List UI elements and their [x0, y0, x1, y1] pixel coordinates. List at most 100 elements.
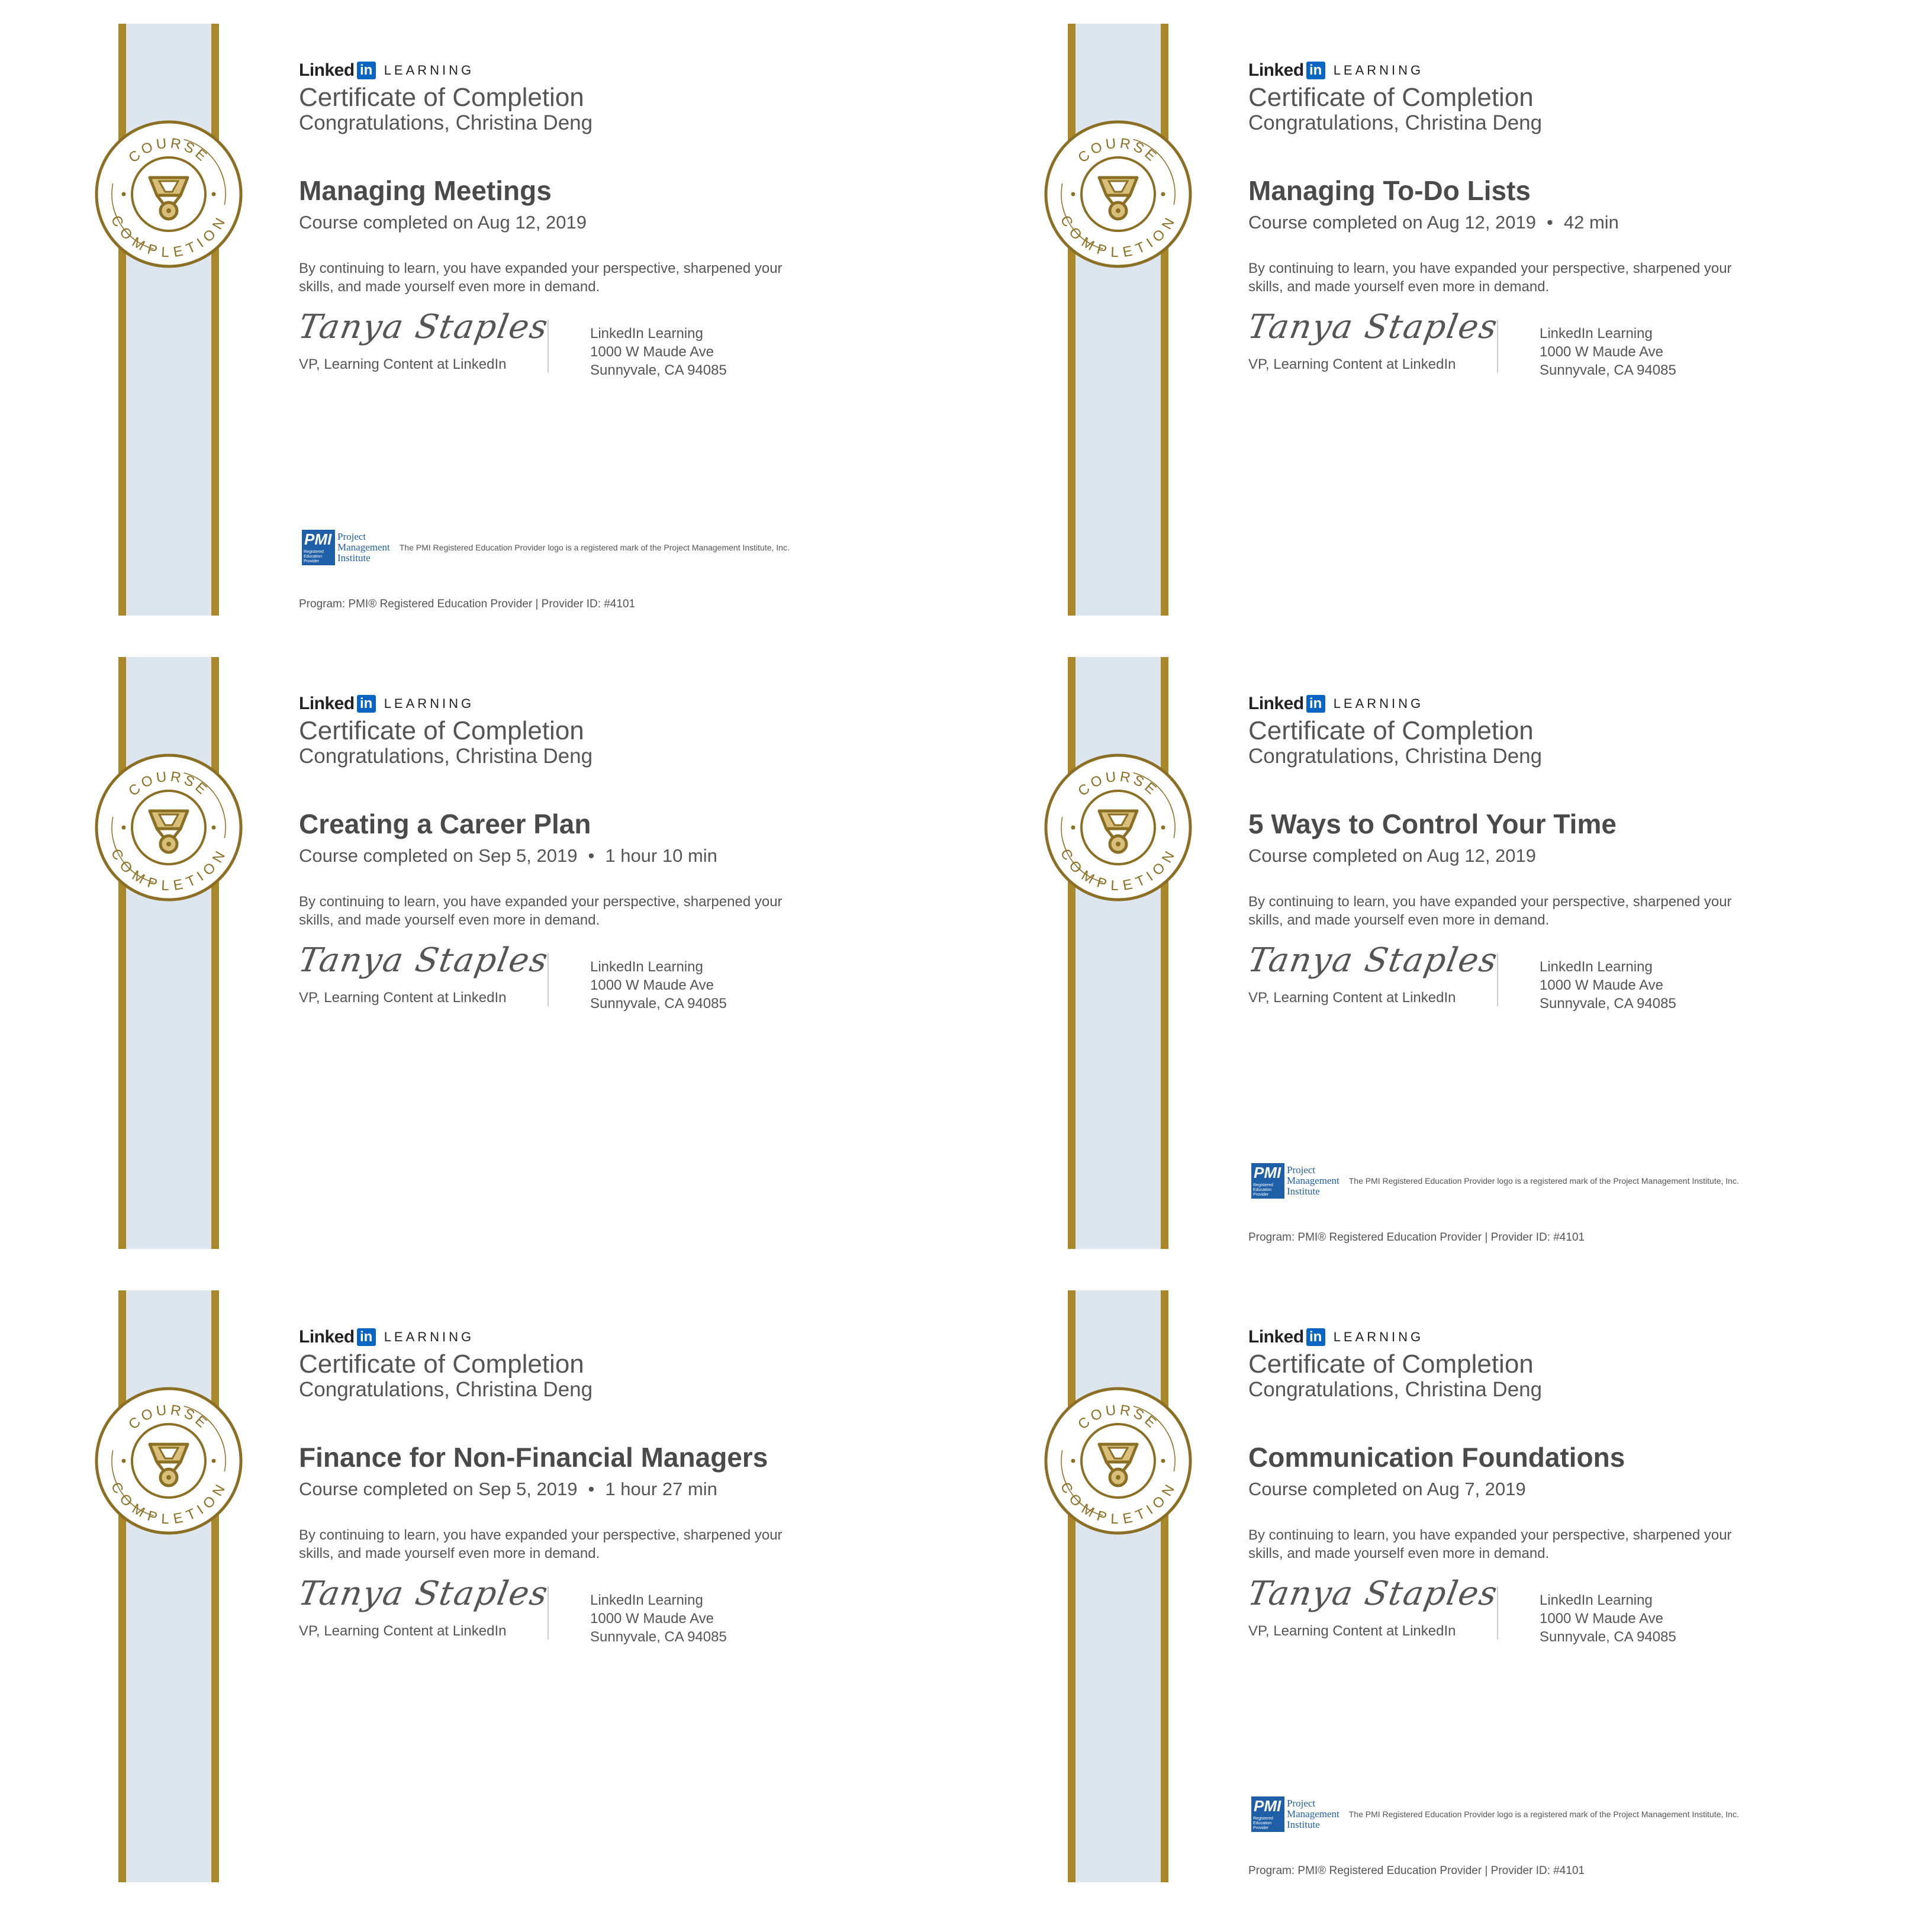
- pmi-trademark-note: The PMI Registered Education Provider lo…: [1348, 1176, 1739, 1186]
- linkedin-in-icon: in: [356, 62, 376, 79]
- brand-learning-text: LEARNING: [384, 696, 475, 711]
- congratulations-line: Congratulations, Christina Deng: [299, 745, 593, 768]
- pmi-name-line: Management: [1287, 1808, 1339, 1820]
- address-line: LinkedIn Learning: [590, 326, 703, 342]
- pmi-name-line: Institute: [1287, 1819, 1320, 1830]
- signer-role: VP, Learning Content at LinkedIn: [1248, 1623, 1456, 1639]
- encouragement-text: By continuing to learn, you have expande…: [1248, 1527, 1732, 1561]
- brand-learning-text: LEARNING: [384, 63, 475, 78]
- pmi-name-line: Institute: [1287, 1186, 1320, 1197]
- course-title: Creating a Career Plan: [299, 809, 591, 839]
- course-duration: 1 hour 10 min: [605, 845, 717, 866]
- linkedin-learning-logo: Linked in LEARNING: [299, 1327, 474, 1347]
- signature-name: Tanya Staples: [1245, 1574, 1501, 1613]
- ribbon-stripe: [1068, 1290, 1168, 1882]
- brand-linked-text: Linked: [1248, 60, 1304, 80]
- encouragement-text: By continuing to learn, you have expande…: [299, 260, 783, 295]
- linkedin-in-icon: in: [1306, 62, 1325, 79]
- congratulations-line: Congratulations, Christina Deng: [1248, 111, 1543, 134]
- linkedin-learning-logo: Linked in LEARNING: [299, 694, 474, 714]
- certificate-card: COURSE COMPLETION Linked in LEARNING Certif…: [967, 657, 1914, 1249]
- pmi-provider-logo-row: PMI Registered Education Provider Project M…: [1251, 1163, 1739, 1199]
- linkedin-learning-logo: Linked in LEARNING: [1248, 1327, 1424, 1347]
- congratulations-line: Congratulations, Christina Deng: [1248, 1378, 1543, 1401]
- brand-linked-text: Linked: [299, 60, 355, 80]
- certificate-card: COURSE COMPLETION Linked in LEARNING Certif…: [18, 1290, 965, 1882]
- certificate-title: Certificate of Completion: [299, 1350, 584, 1379]
- course-title: Managing Meetings: [299, 175, 552, 206]
- certificate-title: Certificate of Completion: [1248, 716, 1534, 745]
- program-line: Program: PMI® Registered Education Provi…: [1248, 1231, 1585, 1244]
- address-block: LinkedIn Learning 1000 W Maude Ave Sunnyva…: [1540, 324, 1676, 379]
- course-meta: Course completed on Sep 5, 2019 • 1 hour 1…: [299, 845, 717, 867]
- address-line: 1000 W Maude Ave: [1540, 344, 1664, 360]
- vertical-divider: [548, 320, 549, 373]
- signer-role: VP, Learning Content at LinkedIn: [1248, 356, 1456, 372]
- completion-date: Course completed on Aug 12, 2019: [1248, 212, 1537, 233]
- pmi-name-line: Institute: [337, 552, 371, 564]
- program-line: Program: PMI® Registered Education Provi…: [299, 598, 636, 610]
- certificate-content: Linked in LEARNING Certificate of Completio…: [1245, 1290, 1902, 1882]
- course-meta: Course completed on Aug 12, 2019 • 42 min: [1248, 212, 1619, 233]
- linkedin-in-icon: in: [356, 1328, 376, 1346]
- seal-graphic: COURSE COMPLETION: [1044, 754, 1192, 901]
- linkedin-in-icon: in: [1306, 695, 1325, 713]
- address-line: 1000 W Maude Ave: [1540, 1611, 1664, 1627]
- brand-learning-text: LEARNING: [384, 1329, 475, 1344]
- completion-date: Course completed on Aug 7, 2019: [1248, 1479, 1526, 1499]
- certificate-content: Linked in LEARNING Certificate of Completio…: [295, 657, 953, 1249]
- address-line: LinkedIn Learning: [590, 1592, 703, 1608]
- pmi-badge-icon: PMI Registered Education Provider: [1251, 1796, 1284, 1832]
- certificate-title: Certificate of Completion: [299, 716, 584, 745]
- pmi-provider-logo-row: PMI Registered Education Provider Project M…: [1251, 1796, 1739, 1832]
- address-line: Sunnyvale, CA 94085: [1540, 996, 1676, 1012]
- meta-separator: •: [1547, 212, 1553, 233]
- linkedin-in-icon: in: [1306, 1328, 1325, 1346]
- pmi-trademark-note: The PMI Registered Education Provider lo…: [399, 543, 790, 552]
- ribbon-stripe: [118, 1290, 219, 1882]
- certificate-content: Linked in LEARNING Certificate of Completio…: [295, 24, 953, 616]
- course-duration: 1 hour 27 min: [605, 1479, 717, 1499]
- address-line: Sunnyvale, CA 94085: [590, 996, 727, 1012]
- signer-role: VP, Learning Content at LinkedIn: [299, 356, 507, 372]
- pmi-name-line: Project: [1287, 1164, 1316, 1176]
- completion-date: Course completed on Sep 5, 2019: [299, 845, 578, 866]
- congratulations-line: Congratulations, Christina Deng: [299, 1378, 593, 1401]
- signer-role: VP, Learning Content at LinkedIn: [299, 1623, 507, 1639]
- seal-graphic: COURSE COMPLETION: [1044, 120, 1192, 268]
- address-line: Sunnyvale, CA 94085: [590, 1629, 727, 1645]
- certificate-card: COURSE COMPLETION Linked in LEARNING Certif…: [967, 1290, 1914, 1882]
- program-line: Program: PMI® Registered Education Provi…: [1248, 1865, 1585, 1877]
- congratulations-line: Congratulations, Christina Deng: [299, 111, 593, 134]
- pmi-logo: PMI Registered Education Provider Project M…: [1251, 1163, 1339, 1199]
- meta-separator: •: [588, 1479, 595, 1499]
- address-block: LinkedIn Learning 1000 W Maude Ave Sunnyva…: [590, 1591, 727, 1646]
- course-completion-seal: COURSE COMPLETION: [93, 752, 244, 903]
- signature-name: Tanya Staples: [1245, 308, 1501, 346]
- seal-graphic: COURSE COMPLETION: [95, 120, 243, 268]
- certificate-content: Linked in LEARNING Certificate of Completio…: [1245, 657, 1902, 1249]
- brand-learning-text: LEARNING: [1333, 1329, 1424, 1344]
- ribbon-stripe: [1068, 657, 1168, 1249]
- pmi-name: Project Management Institute: [1287, 1165, 1339, 1197]
- course-title: 5 Ways to Control Your Time: [1248, 809, 1617, 839]
- certificate-card: COURSE COMPLETION Linked in LEARNING Certif…: [967, 24, 1914, 616]
- course-completion-seal: COURSE COMPLETION: [93, 118, 244, 270]
- vertical-divider: [1497, 953, 1498, 1006]
- pmi-name-line: Management: [1287, 1175, 1339, 1186]
- encouragement-text: By continuing to learn, you have expande…: [299, 1527, 783, 1561]
- completion-date: Course completed on Sep 5, 2019: [299, 1479, 578, 1499]
- course-meta: Course completed on Aug 7, 2019: [1248, 1479, 1526, 1500]
- address-line: LinkedIn Learning: [1540, 326, 1653, 342]
- completion-date: Course completed on Aug 12, 2019: [299, 212, 587, 233]
- pmi-name-line: Management: [337, 542, 390, 553]
- address-line: LinkedIn Learning: [1540, 1592, 1653, 1608]
- certificate-content: Linked in LEARNING Certificate of Completio…: [1245, 24, 1902, 616]
- course-title: Managing To-Do Lists: [1248, 175, 1531, 206]
- encouragement-text: By continuing to learn, you have expande…: [1248, 894, 1732, 928]
- seal-graphic: COURSE COMPLETION: [1044, 1387, 1192, 1535]
- address-line: 1000 W Maude Ave: [590, 977, 714, 993]
- completion-date: Course completed on Aug 12, 2019: [1248, 845, 1537, 866]
- vertical-divider: [548, 953, 549, 1006]
- vertical-divider: [548, 1586, 549, 1640]
